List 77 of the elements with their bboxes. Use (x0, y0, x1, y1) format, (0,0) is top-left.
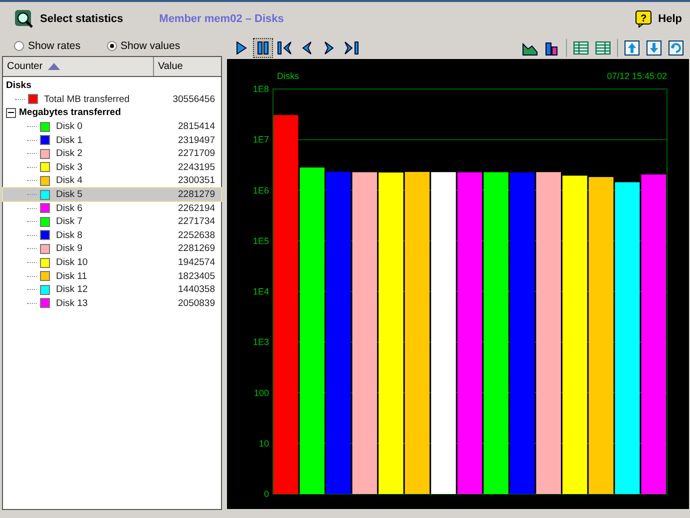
counter-row[interactable]: Disk 5 2281279 (3, 188, 221, 202)
counter-row[interactable]: Disk 11 1823405 (3, 269, 221, 283)
counter-label: Disk 2 (56, 148, 84, 160)
counter-label: Disk 1 (56, 134, 84, 146)
y-tick-label: 100 (254, 388, 269, 398)
y-tick-label: 1E6 (252, 185, 269, 196)
counter-label: Disk 8 (56, 230, 84, 241)
counter-row[interactable]: Disk 12 1440358 (3, 282, 221, 296)
y-tick-label: 1E7 (252, 134, 269, 145)
counter-row[interactable]: Disk 10 1942574 (3, 256, 221, 270)
counter-label: Disk 4 (56, 175, 84, 186)
group-label[interactable]: Megabytes transferred (19, 107, 121, 118)
counter-row[interactable]: Disk 0 2815414 (3, 120, 221, 134)
select-statistics-label[interactable]: Select statistics (40, 13, 124, 25)
counter-label: Disk 11 (56, 270, 88, 282)
skip-to-start-icon (277, 40, 293, 56)
column-header[interactable]: Counter (3, 57, 153, 76)
statistics-icon (14, 9, 34, 29)
y-tick-label: 1E4 (252, 286, 269, 296)
chart-timestamp: 07/12 15:45:02 (606, 71, 667, 81)
counter-value: 2319497 (178, 134, 215, 146)
counter-value: 2815414 (178, 121, 215, 132)
counter-row[interactable]: Disk 3 2243195 (3, 160, 221, 174)
counter-row[interactable]: Disk 4 2300351 (3, 174, 221, 188)
counter-row[interactable]: Disk 7 2271734 (3, 214, 221, 229)
counter-row[interactable]: Total MB transferred 30556456 (3, 92, 221, 106)
counter-row[interactable]: Disk 1 2319497 (3, 133, 221, 147)
export-down-icon[interactable] (646, 40, 662, 56)
counter-value: 2050839 (178, 298, 215, 309)
counter-value: 1440358 (178, 284, 215, 296)
counter-label: Disk 5 (56, 189, 84, 200)
member-title: Member mem02 – Disks (159, 13, 284, 25)
display-mode-radio[interactable]: Show rates (14, 40, 81, 52)
counter-value: 30556456 (172, 94, 215, 105)
counter-label: Disk 0 (56, 121, 84, 132)
help-button[interactable]: ? Help (635, 10, 682, 28)
counter-label: Disk 10 (56, 257, 89, 268)
counter-label: Disk 9 (56, 243, 84, 254)
counter-row[interactable]: Disk 13 2050839 (3, 296, 221, 310)
y-tick-label: 1E3 (252, 337, 269, 348)
counter-value: 2262194 (178, 202, 215, 214)
column-header[interactable]: Value (153, 57, 220, 76)
counter-row[interactable]: Disk 2 2271709 (3, 146, 221, 161)
counter-row[interactable]: Disk 6 2262194 (3, 201, 221, 215)
grid-icon[interactable] (595, 40, 611, 56)
y-tick-label: 1E5 (252, 236, 269, 246)
counter-value: 1823405 (178, 270, 215, 282)
counter-value: 2271709 (178, 148, 215, 160)
counter-value: 2252638 (178, 230, 215, 241)
counter-label: Disk 7 (56, 216, 84, 228)
counter-value: 2281279 (178, 189, 215, 200)
counter-label: Disk 3 (56, 162, 84, 173)
y-tick-label: 0 (264, 489, 269, 499)
y-tick-label: 1E8 (252, 84, 269, 94)
bar-chart-icon[interactable] (544, 40, 560, 56)
counter-label: Disk 13 (56, 298, 89, 309)
pause-button[interactable] (253, 38, 273, 58)
export-up-icon[interactable] (624, 40, 640, 56)
collapse-toggle[interactable] (6, 108, 16, 118)
counter-value: 2300351 (178, 175, 215, 186)
counter-row[interactable]: Disk 9 2281269 (3, 242, 221, 256)
chart-title: Disks (277, 71, 299, 81)
pause-icon (255, 40, 271, 56)
counter-value: 2281269 (178, 243, 215, 254)
counter-value: 2271734 (178, 216, 215, 228)
refresh-icon[interactable] (668, 40, 684, 56)
counter-value: 1942574 (178, 257, 215, 268)
counter-row[interactable]: Disk 8 2252638 (3, 228, 221, 242)
skip-to-end-icon (343, 40, 359, 56)
counter-value: 2243195 (178, 162, 215, 173)
grid-icon[interactable] (573, 40, 589, 56)
counter-label: Total MB transferred (44, 94, 131, 105)
counter-label: Disk 12 (56, 284, 89, 296)
display-mode-radio[interactable]: Show values (106, 40, 180, 52)
counter-label: Disk 6 (56, 202, 84, 214)
y-tick-label: 10 (258, 438, 269, 448)
group-label[interactable]: Disks (6, 80, 32, 92)
